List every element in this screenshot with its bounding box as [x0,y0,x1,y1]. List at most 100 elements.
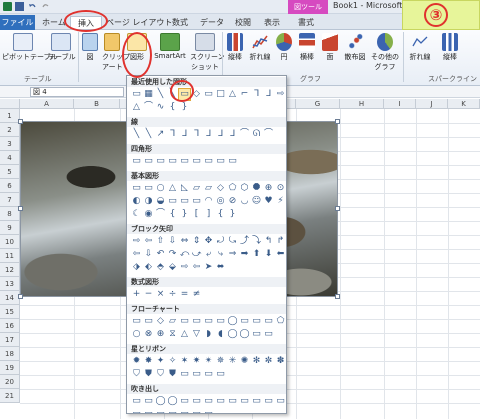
shape-item[interactable]: ▭ [239,316,250,327]
row-header[interactable]: 4 [0,151,20,165]
shape-item[interactable]: ▭ [215,316,226,327]
shape-item[interactable]: ✦ [155,356,166,367]
shape-item[interactable]: } [227,209,238,220]
sparkline-line-button[interactable]: 折れ線 [405,33,435,62]
shape-item[interactable]: ⇩ [143,249,154,260]
resize-handle[interactable] [335,119,340,124]
select-all-corner[interactable] [0,99,20,109]
shape-item[interactable]: ⤿ [227,236,238,247]
shape-item[interactable]: ▭ [179,196,190,207]
shape-item[interactable]: ᒧ [179,129,190,140]
column-header[interactable]: H [340,99,384,109]
shape-item[interactable]: ✵ [215,356,226,367]
shape-item[interactable]: ▭ [131,156,142,167]
shape-item[interactable]: ✧ [167,356,178,367]
shape-item[interactable]: ] [203,209,214,220]
area-chart-button[interactable]: 面 [320,33,340,62]
shape-item[interactable]: ▭ [167,156,178,167]
shape-item[interactable]: ✷ [191,356,202,367]
tab-data[interactable]: データ [200,16,224,29]
shape-item[interactable]: } [179,102,190,113]
bar-chart-button[interactable]: 横棒 [296,33,318,62]
shape-item[interactable]: ➡ [239,249,250,260]
shape-item[interactable]: [ [191,209,202,220]
column-header[interactable]: K [448,99,480,109]
save-icon[interactable] [15,2,24,11]
shape-item[interactable]: ⬘ [155,262,166,273]
shape-item[interactable]: ▭ [178,88,191,101]
row-header[interactable]: 15 [0,305,20,319]
shape-item[interactable]: { [167,209,178,220]
shape-item[interactable]: ▭ [131,409,142,413]
tab-home[interactable]: ホーム [42,16,66,29]
pivot-table-button[interactable]: ピボットテーブル [2,33,58,62]
shape-item[interactable]: ▭ [191,409,202,413]
shape-item[interactable]: ╲ [131,129,142,140]
shape-item[interactable]: ♥ [263,196,274,207]
shape-item[interactable]: ▭ [203,396,214,407]
shape-item[interactable]: ▭ [251,396,262,407]
shape-item[interactable]: } [179,209,190,220]
shape-item[interactable]: ✸ [143,356,154,367]
shape-item[interactable]: ▭ [263,396,274,407]
shape-item[interactable]: ◯ [227,329,238,340]
shape-item[interactable]: ↷ [167,249,178,260]
shape-item[interactable]: ◖ [215,329,226,340]
resize-handle[interactable] [335,206,340,211]
shape-item[interactable]: ⇨ [131,236,142,247]
shape-item[interactable]: ⤾ [215,236,226,247]
shape-item[interactable]: ▭ [131,316,142,327]
shape-item[interactable]: ▭ [167,196,178,207]
shape-item[interactable]: ⛉ [131,369,142,380]
shape-item[interactable]: ◇ [155,316,166,327]
row-header[interactable]: 3 [0,137,20,151]
shape-item[interactable]: ▭ [227,396,238,407]
shape-item[interactable]: ⤴ [239,236,250,247]
scatter-chart-button[interactable]: 散布図 [342,33,368,62]
shape-item[interactable]: ▭ [143,316,154,327]
shape-item[interactable]: ⌐ [239,89,250,100]
shape-item[interactable]: ◒ [155,196,166,207]
shape-item[interactable]: ▭ [191,396,202,407]
column-header[interactable]: B [74,99,120,109]
shape-item[interactable]: ↶ [155,249,166,260]
column-header[interactable]: A [20,99,74,109]
shape-item[interactable]: ⇕ [191,236,202,247]
column-header[interactable]: J [416,99,448,109]
shape-item[interactable]: ▽ [191,329,202,340]
shape-item[interactable]: ᒧ [215,129,226,140]
shape-item[interactable]: ☾ [131,209,142,220]
shape-item[interactable]: ÷ [167,289,178,300]
shape-item[interactable]: ▭ [179,156,190,167]
shape-item[interactable]: ◎ [215,196,226,207]
shape-item[interactable]: ⊗ [143,329,154,340]
shape-item[interactable]: ⊙ [275,183,286,194]
other-charts-button[interactable]: その他の グラフ [370,33,400,72]
shape-item[interactable]: ▭ [215,156,226,167]
screenshot-button[interactable]: スクリーン ショット [190,33,225,72]
shape-item[interactable]: ◗ [203,329,214,340]
row-header[interactable]: 6 [0,179,20,193]
shape-item[interactable]: ᘏ [251,129,262,140]
shape-item[interactable]: ○ [155,183,166,194]
row-header[interactable]: 14 [0,291,20,305]
shape-item[interactable]: ⬠ [275,316,286,327]
shape-item[interactable]: ✳ [227,356,238,367]
name-box[interactable]: 図 4 [30,87,124,97]
shape-item[interactable]: ⬅ [275,249,286,260]
row-header[interactable]: 18 [0,347,20,361]
row-header[interactable]: 20 [0,375,20,389]
shape-item[interactable]: ▭ [203,156,214,167]
row-header[interactable]: 21 [0,389,20,403]
shape-item[interactable]: ⇨ [275,89,286,100]
shape-item[interactable]: ⇨ [179,262,190,273]
shape-item[interactable]: ◯ [155,396,166,407]
shape-item[interactable]: ⌒ [263,129,274,140]
shape-item[interactable]: △ [131,102,142,113]
shape-item[interactable]: ▭ [263,316,274,327]
shape-item[interactable]: ↗ [155,129,166,140]
shape-item[interactable]: ▭ [251,329,262,340]
shape-item[interactable]: ⊘ [227,196,238,207]
shape-item[interactable]: ▭ [191,156,202,167]
shape-item[interactable]: ᒧ [227,129,238,140]
